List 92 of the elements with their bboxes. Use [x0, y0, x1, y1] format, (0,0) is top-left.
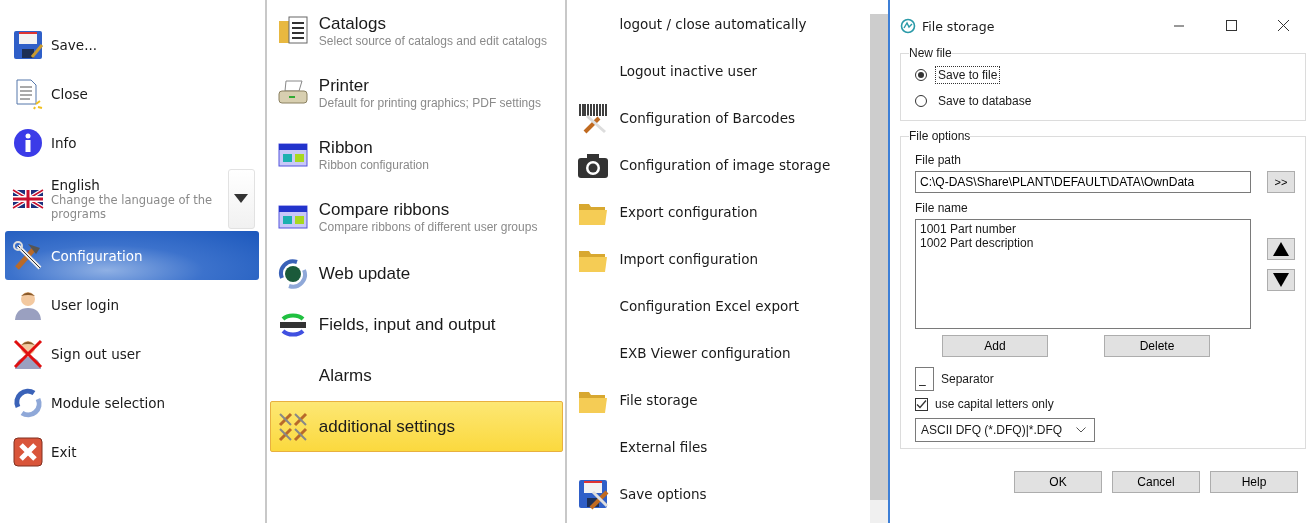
settings-item[interactable]: Configuration of Barcodes	[619, 109, 795, 126]
radio-button[interactable]	[915, 95, 927, 107]
wrench-hammer-icon	[12, 239, 44, 272]
menu-item-label: Configuration	[51, 247, 144, 264]
group-title: New file	[909, 46, 952, 60]
list-item[interactable]: 1002 Part description	[920, 236, 1246, 250]
menu-item[interactable]: Close	[5, 69, 259, 118]
settings-item[interactable]: EXB Viewer configuration	[619, 344, 791, 361]
radio-label[interactable]: Save to file	[935, 66, 1001, 84]
menu-item[interactable]: English Change the language of the programs	[5, 167, 259, 231]
settings-item[interactable]: External files	[619, 438, 708, 455]
chevron-down-icon	[1076, 427, 1086, 433]
delete-button[interactable]: Delete	[1104, 335, 1210, 357]
menu-item-label: User login	[51, 296, 120, 313]
menu-item[interactable]: Configuration	[5, 231, 259, 280]
settings-item[interactable]: logout / close automatically	[619, 15, 807, 32]
settings-item[interactable]: File storage	[619, 391, 698, 408]
category-label: Catalogs	[318, 13, 387, 34]
category-label: Fields, input and output	[318, 314, 497, 335]
category-description: Select source of catalogs and edit catalogs	[318, 33, 548, 49]
menu-item[interactable]: Exit	[5, 427, 259, 476]
category-label: Printer	[318, 75, 370, 96]
dialog-button[interactable]: Cancel	[1112, 471, 1200, 493]
app-logo-icon	[900, 18, 916, 34]
catalog-icon	[276, 15, 309, 47]
checkbox-label: use capital letters only	[935, 397, 1054, 411]
tools-icon	[276, 410, 309, 443]
down-triangle-icon	[1273, 273, 1289, 287]
move-down-button[interactable]	[1267, 269, 1295, 291]
category-item[interactable]: Printer Default for printing graphics; PDF settings	[269, 62, 564, 124]
window-title: File storage	[922, 18, 995, 34]
settings-item[interactable]: Logout inactive user	[619, 62, 758, 79]
category-label: Ribbon	[318, 137, 374, 158]
group-title: File options	[909, 129, 971, 143]
dropdown-button[interactable]	[227, 169, 255, 229]
category-description: Compare ribbons of different user groups	[318, 219, 539, 235]
menu-item[interactable]: Sign out user	[5, 329, 259, 378]
floppy-disk-tools-icon	[577, 477, 610, 510]
menu-item-label: Close	[51, 85, 89, 102]
exit-icon	[12, 435, 44, 468]
radio-label[interactable]: Save to database	[935, 92, 1035, 110]
settings-item[interactable]: Save options	[619, 485, 707, 502]
category-label: Compare ribbons	[318, 199, 451, 220]
category-item[interactable]: Alarms	[269, 350, 564, 401]
list-item[interactable]: 1001 Part number	[920, 222, 1246, 236]
category-item[interactable]: Web update	[269, 248, 564, 299]
menu-item-label: Module selection	[51, 394, 167, 411]
category-description: Default for printing graphics; PDF settings	[318, 95, 542, 111]
menu-item-label: Save...	[51, 36, 98, 53]
menu-item-description: Change the language of the programs	[51, 192, 214, 222]
category-label: additional settings	[318, 416, 456, 437]
circular-arrows-icon	[12, 386, 44, 419]
add-button[interactable]: Add	[942, 335, 1048, 357]
menu-item[interactable]: Save...	[5, 20, 259, 69]
category-item[interactable]: additional settings	[269, 401, 564, 452]
radio-button[interactable]	[915, 69, 927, 81]
menu-item[interactable]: User login	[5, 280, 259, 329]
info-icon	[12, 126, 44, 159]
file-name-list[interactable]: 1001 Part number 1002 Part description	[915, 219, 1251, 329]
separator-label: Separator	[941, 372, 994, 386]
browse-button[interactable]: >>	[1267, 171, 1295, 193]
move-up-button[interactable]	[1267, 238, 1295, 260]
globe-arrows-icon	[276, 257, 309, 290]
barcode-tools-icon	[577, 101, 610, 134]
menu-item[interactable]: Info	[5, 118, 259, 167]
crossed-person-icon	[12, 337, 44, 370]
category-label: Alarms	[318, 365, 373, 386]
menu-item[interactable]: Module selection	[5, 378, 259, 427]
category-item[interactable]: Fields, input and output	[269, 299, 564, 350]
field-label: File path	[915, 153, 962, 167]
field-label: File name	[915, 201, 969, 215]
settings-item[interactable]: Import configuration	[619, 250, 759, 267]
checkbox[interactable]	[915, 397, 928, 411]
dialog-button[interactable]: OK	[1014, 471, 1102, 493]
up-triangle-icon	[1273, 242, 1289, 256]
dialog-button[interactable]: Help	[1210, 471, 1298, 493]
category-item[interactable]: Ribbon Ribbon configuration	[269, 124, 564, 186]
format-select[interactable]: ASCII DFQ (*.DFQ)|*.DFQ	[915, 418, 1095, 442]
path-field[interactable]: C:\Q-DAS\Share\PLANT\DEFAULT\DATA\OwnData	[915, 171, 1251, 193]
menu-item-label: Sign out user	[51, 345, 142, 362]
menu-item-label: Exit	[51, 443, 78, 460]
settings-item[interactable]: Configuration of image storage	[619, 156, 831, 173]
category-item[interactable]: Compare ribbons Compare ribbons of different user groups	[269, 186, 564, 248]
caret-icon	[234, 194, 249, 204]
category-label: Web update	[318, 263, 412, 284]
menu-item-label: Info	[51, 134, 78, 151]
category-description: Ribbon configuration	[318, 157, 430, 173]
settings-item[interactable]: Export configuration	[619, 203, 758, 220]
settings-item[interactable]: Configuration Excel export	[619, 297, 800, 314]
separator-field[interactable]: _	[915, 367, 934, 391]
menu-item-label: English	[51, 176, 101, 193]
category-item[interactable]: Catalogs Select source of catalogs and edit catalogs	[269, 0, 564, 62]
